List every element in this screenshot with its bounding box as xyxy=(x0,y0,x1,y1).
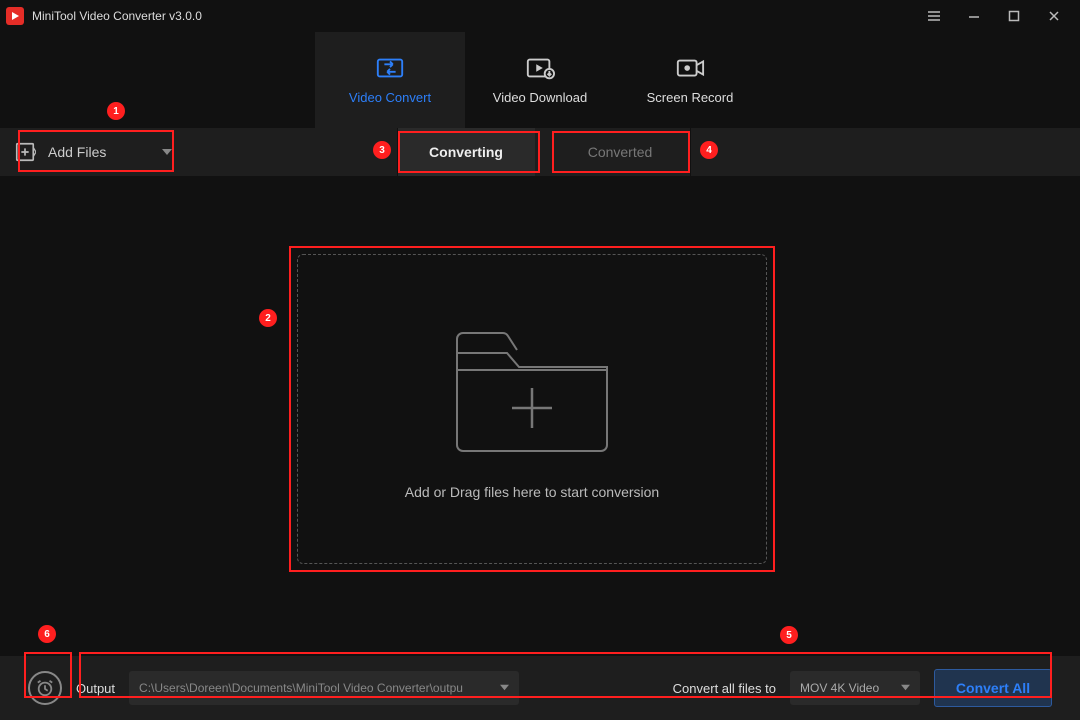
convert-all-label: Convert all files to xyxy=(673,681,776,696)
main-nav: Video Convert Video Download Screen Reco… xyxy=(0,32,1080,128)
nav-label: Video Convert xyxy=(349,90,431,105)
format-select[interactable]: MOV 4K Video xyxy=(790,671,920,705)
app-title: MiniTool Video Converter v3.0.0 xyxy=(32,9,202,23)
output-path-value: C:\Users\Doreen\Documents\MiniTool Video… xyxy=(139,681,490,695)
minimize-button[interactable] xyxy=(954,0,994,32)
minimize-icon xyxy=(967,9,981,23)
bottombar: Output C:\Users\Doreen\Documents\MiniToo… xyxy=(0,656,1080,720)
stage: Add or Drag files here to start conversi… xyxy=(0,176,1080,656)
app-logo xyxy=(6,7,24,25)
dropzone-text: Add or Drag files here to start conversi… xyxy=(405,484,659,500)
clock-icon xyxy=(36,679,54,697)
convert-icon xyxy=(375,56,405,80)
maximize-icon xyxy=(1007,9,1021,23)
hamburger-icon xyxy=(927,9,941,23)
titlebar: MiniTool Video Converter v3.0.0 xyxy=(0,0,1080,32)
folder-add-icon xyxy=(447,318,617,458)
nav-screen-record[interactable]: Screen Record xyxy=(615,32,765,128)
nav-video-convert[interactable]: Video Convert xyxy=(315,32,465,128)
close-button[interactable] xyxy=(1034,0,1074,32)
tab-converted[interactable]: Converted xyxy=(551,128,689,176)
dropzone[interactable]: Add or Drag files here to start conversi… xyxy=(297,254,767,564)
tab-label: Converting xyxy=(429,144,503,160)
add-files-label: Add Files xyxy=(48,144,106,160)
close-icon xyxy=(1047,9,1061,23)
tab-converting[interactable]: Converting xyxy=(397,128,535,176)
nav-video-download[interactable]: Video Download xyxy=(465,32,615,128)
dropzone-wrapper: Add or Drag files here to start conversi… xyxy=(289,246,775,572)
menu-button[interactable] xyxy=(914,0,954,32)
add-files-button[interactable]: Add Files xyxy=(0,128,192,176)
nav-label: Screen Record xyxy=(647,90,734,105)
output-label: Output xyxy=(76,681,115,696)
chevron-down-icon xyxy=(162,144,172,160)
output-path-select[interactable]: C:\Users\Doreen\Documents\MiniTool Video… xyxy=(129,671,519,705)
chevron-down-icon xyxy=(500,681,509,695)
format-value: MOV 4K Video xyxy=(800,681,891,695)
maximize-button[interactable] xyxy=(994,0,1034,32)
add-file-icon xyxy=(14,141,36,163)
chevron-down-icon xyxy=(901,681,910,695)
download-icon xyxy=(525,56,555,80)
nav-label: Video Download xyxy=(493,90,587,105)
convert-all-button-label: Convert All xyxy=(956,680,1030,696)
tab-label: Converted xyxy=(588,144,653,160)
record-icon xyxy=(675,56,705,80)
convert-all-button[interactable]: Convert All xyxy=(934,669,1052,707)
toolbar: Add Files Converting Converted xyxy=(0,128,1080,176)
schedule-button[interactable] xyxy=(28,671,62,705)
play-icon xyxy=(10,11,20,21)
